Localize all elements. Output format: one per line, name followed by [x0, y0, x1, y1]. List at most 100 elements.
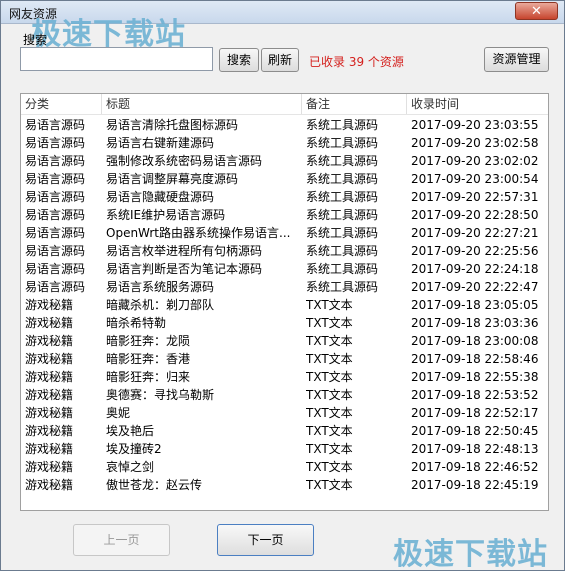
column-header-title[interactable]: 标题: [102, 94, 302, 114]
cell-time: 2017-09-18 22:46:52: [411, 460, 539, 474]
cell-note: TXT文本: [306, 298, 353, 312]
cell-title: OpenWrt路由器系统操作易语言...: [106, 226, 291, 240]
search-input[interactable]: [20, 47, 213, 71]
table-row[interactable]: 易语言源码 系统IE维护易语言源码 系统工具源码 2017-09-20 22:28:5…: [21, 206, 548, 224]
cell-title: 强制修改系统密码易语言源码: [106, 154, 263, 168]
table-row[interactable]: 游戏秘籍 暗影狂奔：归来 TXT文本 2017-09-18 22:55:38: [21, 368, 548, 386]
cell-note: TXT文本: [306, 370, 353, 384]
cell-category: 游戏秘籍: [25, 442, 74, 456]
table-row[interactable]: 游戏秘籍 埃及艳后 TXT文本 2017-09-18 22:50:45: [21, 422, 548, 440]
cell-category: 易语言源码: [25, 226, 86, 240]
search-label: 搜索: [23, 33, 48, 47]
resource-table: 分类 标题 备注 收录时间 易语言源码 易语言清除托盘图标源码 系统工具源码 2017…: [20, 93, 549, 511]
cell-time: 2017-09-20 22:25:56: [411, 244, 539, 258]
table-row[interactable]: 易语言源码 OpenWrt路由器系统操作易语言... 系统工具源码 2017-09-2…: [21, 224, 548, 242]
cell-note: 系统工具源码: [306, 154, 379, 168]
cell-category: 游戏秘籍: [25, 460, 74, 474]
cell-note: 系统工具源码: [306, 262, 379, 276]
cell-category: 易语言源码: [25, 208, 86, 222]
cell-category: 游戏秘籍: [25, 316, 74, 330]
cell-note: TXT文本: [306, 316, 353, 330]
cell-time: 2017-09-20 22:24:18: [411, 262, 539, 276]
watermark-bottom: 极速下载站: [393, 537, 548, 572]
cell-note: TXT文本: [306, 478, 353, 492]
cell-time: 2017-09-18 23:00:08: [411, 334, 539, 348]
cell-time: 2017-09-18 22:58:46: [411, 352, 539, 366]
table-row[interactable]: 游戏秘籍 哀悼之剑 TXT文本 2017-09-18 22:46:52: [21, 458, 548, 476]
cell-note: TXT文本: [306, 334, 353, 348]
column-header-note[interactable]: 备注: [302, 94, 407, 114]
cell-title: 易语言判断是否为笔记本源码: [106, 262, 263, 276]
cell-note: TXT文本: [306, 406, 353, 420]
cell-time: 2017-09-20 22:22:47: [411, 280, 539, 294]
cell-note: 系统工具源码: [306, 244, 379, 258]
search-button[interactable]: 搜索: [219, 48, 259, 72]
prev-page-button[interactable]: 上一页: [73, 524, 170, 556]
cell-category: 易语言源码: [25, 244, 86, 258]
cell-category: 游戏秘籍: [25, 406, 74, 420]
cell-title: 易语言枚举进程所有句柄源码: [106, 244, 263, 258]
cell-note: TXT文本: [306, 388, 353, 402]
cell-note: 系统工具源码: [306, 172, 379, 186]
cell-note: 系统工具源码: [306, 280, 379, 294]
app-window: 网友资源 ✕ 极速下载站 搜索 搜索 刷新 已收录 39 个资源 资源管理 分类…: [0, 0, 565, 572]
cell-title: 易语言清除托盘图标源码: [106, 118, 239, 132]
column-header-time[interactable]: 收录时间: [407, 94, 548, 114]
table-row[interactable]: 易语言源码 易语言系统服务源码 系统工具源码 2017-09-20 22:22:47: [21, 278, 548, 296]
cell-note: 系统工具源码: [306, 208, 379, 222]
cell-note: 系统工具源码: [306, 136, 379, 150]
cell-time: 2017-09-18 22:52:17: [411, 406, 539, 420]
cell-category: 游戏秘籍: [25, 352, 74, 366]
cell-title: 暗影狂奔：归来: [106, 370, 191, 384]
cell-time: 2017-09-20 22:28:50: [411, 208, 539, 222]
table-row[interactable]: 易语言源码 易语言判断是否为笔记本源码 系统工具源码 2017-09-20 22:24…: [21, 260, 548, 278]
cell-time: 2017-09-18 22:48:13: [411, 442, 539, 456]
cell-title: 易语言右键新建源码: [106, 136, 215, 150]
cell-note: 系统工具源码: [306, 190, 379, 204]
table-row[interactable]: 易语言源码 强制修改系统密码易语言源码 系统工具源码 2017-09-20 23:02…: [21, 152, 548, 170]
refresh-button[interactable]: 刷新: [261, 48, 299, 72]
cell-title: 埃及撞砖2: [106, 442, 162, 456]
table-row[interactable]: 游戏秘籍 傲世苍龙：赵云传 TXT文本 2017-09-18 22:45:19: [21, 476, 548, 494]
cell-category: 游戏秘籍: [25, 424, 74, 438]
cell-category: 游戏秘籍: [25, 298, 74, 312]
cell-time: 2017-09-20 23:02:58: [411, 136, 539, 150]
cell-title: 傲世苍龙：赵云传: [106, 478, 203, 492]
close-button[interactable]: ✕: [515, 2, 558, 20]
cell-time: 2017-09-20 23:02:02: [411, 154, 539, 168]
manage-resources-button[interactable]: 资源管理: [484, 47, 549, 72]
table-row[interactable]: 游戏秘籍 暗影狂奔：龙陨 TXT文本 2017-09-18 23:00:08: [21, 332, 548, 350]
table-row[interactable]: 易语言源码 易语言调整屏幕亮度源码 系统工具源码 2017-09-20 23:00:5…: [21, 170, 548, 188]
table-row[interactable]: 易语言源码 易语言隐藏硬盘源码 系统工具源码 2017-09-20 22:57:31: [21, 188, 548, 206]
cell-note: TXT文本: [306, 424, 353, 438]
cell-title: 奥妮: [106, 406, 131, 420]
cell-category: 易语言源码: [25, 154, 86, 168]
cell-category: 易语言源码: [25, 280, 86, 294]
cell-category: 游戏秘籍: [25, 334, 74, 348]
cell-time: 2017-09-20 23:00:54: [411, 172, 539, 186]
cell-note: 系统工具源码: [306, 118, 379, 132]
table-row[interactable]: 游戏秘籍 暗杀希特勒 TXT文本 2017-09-18 23:03:36: [21, 314, 548, 332]
table-row[interactable]: 易语言源码 易语言枚举进程所有句柄源码 系统工具源码 2017-09-20 22:25…: [21, 242, 548, 260]
table-row[interactable]: 游戏秘籍 暗影狂奔：香港 TXT文本 2017-09-18 22:58:46: [21, 350, 548, 368]
cell-category: 游戏秘籍: [25, 388, 74, 402]
cell-title: 暗影狂奔：龙陨: [106, 334, 191, 348]
table-row[interactable]: 游戏秘籍 奥德赛：寻找乌勒斯 TXT文本 2017-09-18 22:53:52: [21, 386, 548, 404]
column-header-category[interactable]: 分类: [21, 94, 102, 114]
cell-title: 哀悼之剑: [106, 460, 155, 474]
table-row[interactable]: 易语言源码 易语言清除托盘图标源码 系统工具源码 2017-09-20 23:03:5…: [21, 116, 548, 134]
cell-title: 暗藏杀机：剃刀部队: [106, 298, 215, 312]
next-page-button[interactable]: 下一页: [217, 524, 314, 556]
table-row[interactable]: 游戏秘籍 埃及撞砖2 TXT文本 2017-09-18 22:48:13: [21, 440, 548, 458]
cell-note: 系统工具源码: [306, 226, 379, 240]
table-row[interactable]: 易语言源码 易语言右键新建源码 系统工具源码 2017-09-20 23:02:58: [21, 134, 548, 152]
cell-title: 埃及艳后: [106, 424, 155, 438]
cell-title: 系统IE维护易语言源码: [106, 208, 226, 222]
table-row[interactable]: 游戏秘籍 暗藏杀机：剃刀部队 TXT文本 2017-09-18 23:05:05: [21, 296, 548, 314]
cell-time: 2017-09-20 22:57:31: [411, 190, 539, 204]
cell-category: 易语言源码: [25, 118, 86, 132]
cell-category: 易语言源码: [25, 190, 86, 204]
cell-note: TXT文本: [306, 352, 353, 366]
cell-title: 易语言隐藏硬盘源码: [106, 190, 215, 204]
table-row[interactable]: 游戏秘籍 奥妮 TXT文本 2017-09-18 22:52:17: [21, 404, 548, 422]
